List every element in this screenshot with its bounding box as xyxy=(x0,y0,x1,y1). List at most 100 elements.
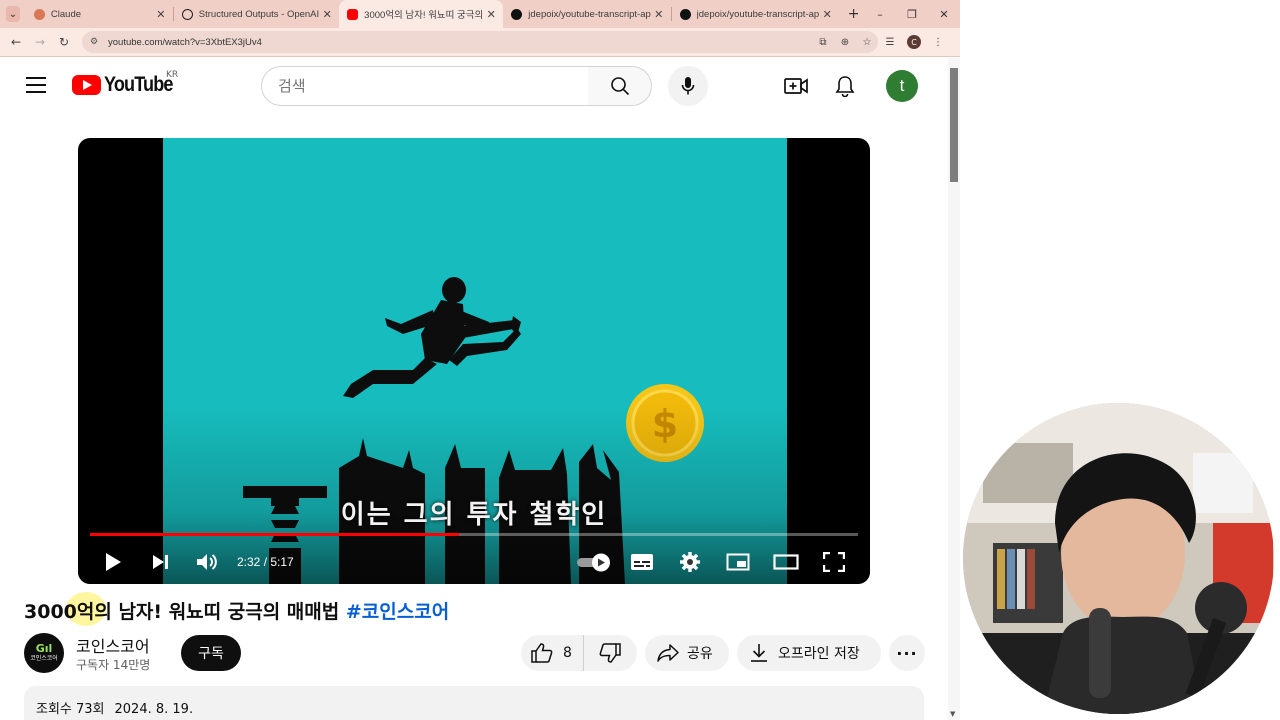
minimize-icon[interactable]: – xyxy=(864,0,896,28)
zoom-icon[interactable]: ⊕ xyxy=(834,37,856,48)
more-actions-button[interactable]: ··· xyxy=(889,635,925,671)
thumbs-up-icon xyxy=(531,643,553,663)
player-controls: 2:32 / 5:17 xyxy=(78,542,870,582)
install-app-icon[interactable]: ⧉ xyxy=(812,37,834,48)
upload-date: 2024. 8. 19. xyxy=(114,702,194,717)
account-avatar[interactable]: t xyxy=(886,70,918,102)
channel-avatar[interactable]: Gıl 코인스코어 xyxy=(24,633,64,673)
video-title-text: 3000억의 남자! 워뇨띠 궁극의 매매법 xyxy=(24,601,340,623)
fullscreen-button[interactable] xyxy=(820,542,848,582)
video-player[interactable]: $ 이는 그의 투자 철학인 xyxy=(78,138,870,584)
github-favicon-icon xyxy=(511,8,523,20)
play-button[interactable] xyxy=(100,542,126,582)
bell-icon xyxy=(835,76,855,97)
window-controls: – ❐ ✕ xyxy=(864,0,960,28)
share-button[interactable]: 공유 xyxy=(645,635,729,671)
dislike-button[interactable] xyxy=(584,635,636,671)
bookmark-star-icon[interactable]: ☆ xyxy=(856,37,878,48)
microphone-icon xyxy=(681,77,695,95)
tab-close-icon[interactable]: ✕ xyxy=(819,8,835,21)
autoplay-toggle[interactable] xyxy=(574,542,614,582)
channel-logo-mark: Gıl xyxy=(35,642,53,655)
webcam-overlay xyxy=(963,403,1274,714)
url-text[interactable]: youtube.com/watch?v=3XbtEX3jUv4 xyxy=(108,37,812,48)
captions-button[interactable] xyxy=(628,542,656,582)
scrollbar-thumb[interactable] xyxy=(950,68,958,182)
tab-close-icon[interactable]: ✕ xyxy=(651,8,667,21)
tab-search-button[interactable]: ⌄ xyxy=(6,6,20,22)
current-time: 2:32 xyxy=(237,555,261,569)
subscribe-button[interactable]: 구독 xyxy=(181,635,241,671)
miniplayer-button[interactable] xyxy=(724,542,752,582)
back-arrow-icon[interactable]: ← xyxy=(4,35,28,49)
miniplayer-icon xyxy=(726,553,750,571)
view-count: 조회수 73회 xyxy=(36,702,105,717)
time-display: 2:32 / 5:17 xyxy=(237,555,294,569)
youtube-masthead: YouTube KR t xyxy=(0,58,948,114)
like-count: 8 xyxy=(563,645,572,661)
notifications-button[interactable] xyxy=(832,73,858,99)
region-code: KR xyxy=(166,70,179,80)
youtube-favicon-icon xyxy=(347,8,359,20)
mute-button[interactable] xyxy=(194,542,220,582)
play-icon xyxy=(106,553,121,571)
video-caption: 이는 그의 투자 철학인 xyxy=(340,500,608,530)
video-title: 3000억의 남자! 워뇨띠 궁극의 매매법 #코인스코어 xyxy=(24,597,449,624)
youtube-logo[interactable]: YouTube KR xyxy=(72,70,184,96)
presenter-webcam-image xyxy=(963,403,1274,714)
search-box[interactable] xyxy=(261,66,589,106)
site-info-icon[interactable]: ⚙ xyxy=(90,36,102,48)
download-button[interactable]: 오프라인 저장 xyxy=(737,635,881,671)
gear-icon xyxy=(680,552,700,572)
browser-tab-github-1[interactable]: jdepoix/youtube-transcript-ap ✕ xyxy=(503,0,671,28)
download-label: 오프라인 저장 xyxy=(778,646,860,662)
share-arrow-icon xyxy=(657,644,679,662)
browser-tab-youtube[interactable]: 3000억의 남자! 워뇨띠 궁극의 ✕ xyxy=(339,0,504,28)
channel-name[interactable]: 코인스코어 xyxy=(76,633,150,657)
theater-mode-icon xyxy=(773,554,799,570)
skip-next-icon xyxy=(153,555,168,569)
close-window-icon[interactable]: ✕ xyxy=(928,0,960,28)
forward-arrow-icon[interactable]: → xyxy=(28,35,52,49)
hashtag-link[interactable]: #코인스코어 xyxy=(346,601,449,623)
reading-list-icon[interactable]: ☰ xyxy=(878,37,902,48)
browser-tab-openai[interactable]: Structured Outputs - OpenAI ✕ xyxy=(174,0,339,28)
youtube-wordmark: YouTube xyxy=(104,73,173,96)
openai-favicon-icon xyxy=(181,8,193,20)
theater-mode-button[interactable] xyxy=(772,542,800,582)
restore-icon[interactable]: ❐ xyxy=(896,0,928,28)
page-scrollbar[interactable]: ▼ xyxy=(948,58,960,720)
tab-close-icon[interactable]: ✕ xyxy=(153,8,169,21)
subscriber-count: 구독자 14만명 xyxy=(76,658,151,672)
fullscreen-icon xyxy=(823,552,845,572)
reload-icon[interactable]: ↻ xyxy=(52,35,76,49)
youtube-play-logo-icon xyxy=(72,75,101,95)
settings-button[interactable] xyxy=(676,542,704,582)
channel-logo-text: 코인스코어 xyxy=(30,655,58,662)
profile-avatar[interactable]: C xyxy=(907,35,921,49)
voice-search-button[interactable] xyxy=(668,66,708,106)
browser-tab-claude[interactable]: Claude ✕ xyxy=(26,0,173,28)
volume-icon xyxy=(197,554,217,570)
address-bar[interactable]: ⚙ youtube.com/watch?v=3XbtEX3jUv4 ⧉ ⊕ ☆ xyxy=(82,31,878,53)
tab-title: 3000억의 남자! 워뇨띠 궁극의 xyxy=(364,10,484,21)
download-icon xyxy=(751,644,767,662)
autoplay-toggle-icon xyxy=(577,553,610,572)
search-input[interactable] xyxy=(278,77,588,95)
youtube-watch-page: YouTube KR t xyxy=(0,58,948,720)
thumbs-down-icon xyxy=(599,643,621,663)
new-tab-button[interactable]: + xyxy=(843,6,864,22)
scroll-down-arrow-icon[interactable]: ▼ xyxy=(950,710,955,718)
progress-bar[interactable] xyxy=(90,533,858,536)
browser-tab-github-2[interactable]: jdepoix/youtube-transcript-ap ✕ xyxy=(672,0,840,28)
tab-close-icon[interactable]: ✕ xyxy=(319,8,335,21)
description-box[interactable]: 조회수 73회 2024. 8. 19. xyxy=(24,686,924,720)
next-video-button[interactable] xyxy=(148,542,174,582)
hamburger-menu-icon[interactable] xyxy=(26,77,46,93)
like-button[interactable]: 8 xyxy=(521,635,584,671)
tab-close-icon[interactable]: ✕ xyxy=(483,8,499,21)
claude-favicon-icon xyxy=(33,8,45,20)
browser-menu-icon[interactable]: ⋮ xyxy=(926,37,950,48)
create-video-button[interactable] xyxy=(782,74,810,98)
search-button[interactable] xyxy=(588,66,652,106)
